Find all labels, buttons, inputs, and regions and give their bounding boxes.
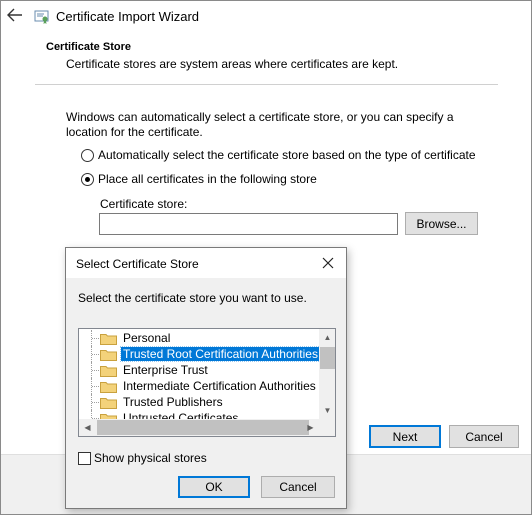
store-item-intermediate[interactable]: Intermediate Certification Authorities bbox=[79, 378, 319, 394]
store-item-label: Intermediate Certification Authorities bbox=[123, 379, 316, 393]
certificate-store-field[interactable] bbox=[99, 213, 398, 235]
checkbox-box[interactable] bbox=[78, 451, 91, 465]
store-item-trusted-root[interactable]: Trusted Root Certification Authorities bbox=[79, 346, 319, 362]
folder-icon bbox=[100, 350, 117, 361]
chevron-down-icon[interactable]: ▼ bbox=[319, 402, 335, 419]
chevron-right-icon[interactable]: ▶ bbox=[302, 419, 319, 436]
horizontal-scroll-thumb[interactable] bbox=[97, 420, 309, 435]
radio-place-all[interactable]: Place all certificates in the following … bbox=[81, 172, 317, 186]
certificate-icon bbox=[34, 10, 49, 24]
intro-text: Windows can automatically select a certi… bbox=[66, 110, 454, 139]
certificate-store-label: Certificate store: bbox=[100, 197, 188, 211]
radio-auto-select[interactable]: Automatically select the certificate sto… bbox=[81, 148, 476, 162]
chevron-left-icon[interactable]: ◀ bbox=[79, 419, 96, 436]
dialog-cancel-button[interactable]: Cancel bbox=[261, 476, 335, 498]
close-icon[interactable] bbox=[320, 255, 336, 271]
scroll-corner bbox=[319, 419, 335, 436]
store-item-label: Enterprise Trust bbox=[123, 363, 208, 377]
store-item-personal[interactable]: Personal bbox=[79, 330, 319, 346]
wizard-cancel-button[interactable]: Cancel bbox=[449, 425, 519, 448]
ok-button[interactable]: OK bbox=[178, 476, 250, 498]
dialog-title-bar: Select Certificate Store bbox=[66, 248, 346, 278]
radio-place-label: Place all certificates in the following … bbox=[98, 172, 317, 186]
radio-place-button[interactable] bbox=[81, 172, 94, 186]
store-item-label: Untrusted Certificates bbox=[123, 411, 239, 419]
store-item-label: Trusted Root Certification Authorities bbox=[120, 346, 319, 362]
header-divider bbox=[35, 84, 498, 85]
store-item-label: Personal bbox=[123, 331, 171, 345]
radio-auto-label: Automatically select the certificate sto… bbox=[98, 148, 476, 162]
store-item-trusted-publishers[interactable]: Trusted Publishers bbox=[79, 394, 319, 410]
back-arrow-icon[interactable] bbox=[7, 8, 23, 22]
next-button[interactable]: Next bbox=[369, 425, 441, 448]
vertical-scroll-thumb[interactable] bbox=[320, 347, 335, 369]
radio-auto-button[interactable] bbox=[81, 148, 94, 162]
dialog-prompt: Select the certificate store you want to… bbox=[78, 291, 307, 305]
dialog-title: Select Certificate Store bbox=[76, 257, 199, 271]
folder-icon bbox=[100, 334, 117, 345]
store-list: Personal Trusted Root Certification Auth… bbox=[79, 330, 319, 419]
wizard-title: Certificate Import Wizard bbox=[56, 9, 200, 24]
chevron-up-icon[interactable]: ▲ bbox=[319, 329, 335, 346]
store-item-enterprise-trust[interactable]: Enterprise Trust bbox=[79, 362, 319, 378]
vertical-scrollbar[interactable]: ▲ ▼ bbox=[319, 329, 335, 419]
select-certificate-store-dialog: Select Certificate Store Select the cert… bbox=[65, 247, 347, 509]
browse-button[interactable]: Browse... bbox=[405, 212, 478, 235]
store-item-label: Trusted Publishers bbox=[123, 395, 223, 409]
show-physical-stores-checkbox[interactable]: Show physical stores bbox=[78, 451, 207, 465]
section-title: Certificate Store bbox=[46, 41, 131, 53]
wizard-title-bar: Certificate Import Wizard bbox=[1, 1, 531, 31]
folder-icon bbox=[100, 366, 117, 377]
section-description: Certificate stores are system areas wher… bbox=[66, 57, 399, 71]
store-item-untrusted[interactable]: Untrusted Certificates bbox=[79, 410, 319, 419]
horizontal-scrollbar[interactable]: ◀ ▶ bbox=[79, 419, 319, 436]
show-physical-label: Show physical stores bbox=[94, 451, 207, 465]
certificate-store-tree[interactable]: Personal Trusted Root Certification Auth… bbox=[78, 328, 336, 437]
folder-icon bbox=[100, 398, 117, 409]
folder-icon bbox=[100, 382, 117, 393]
